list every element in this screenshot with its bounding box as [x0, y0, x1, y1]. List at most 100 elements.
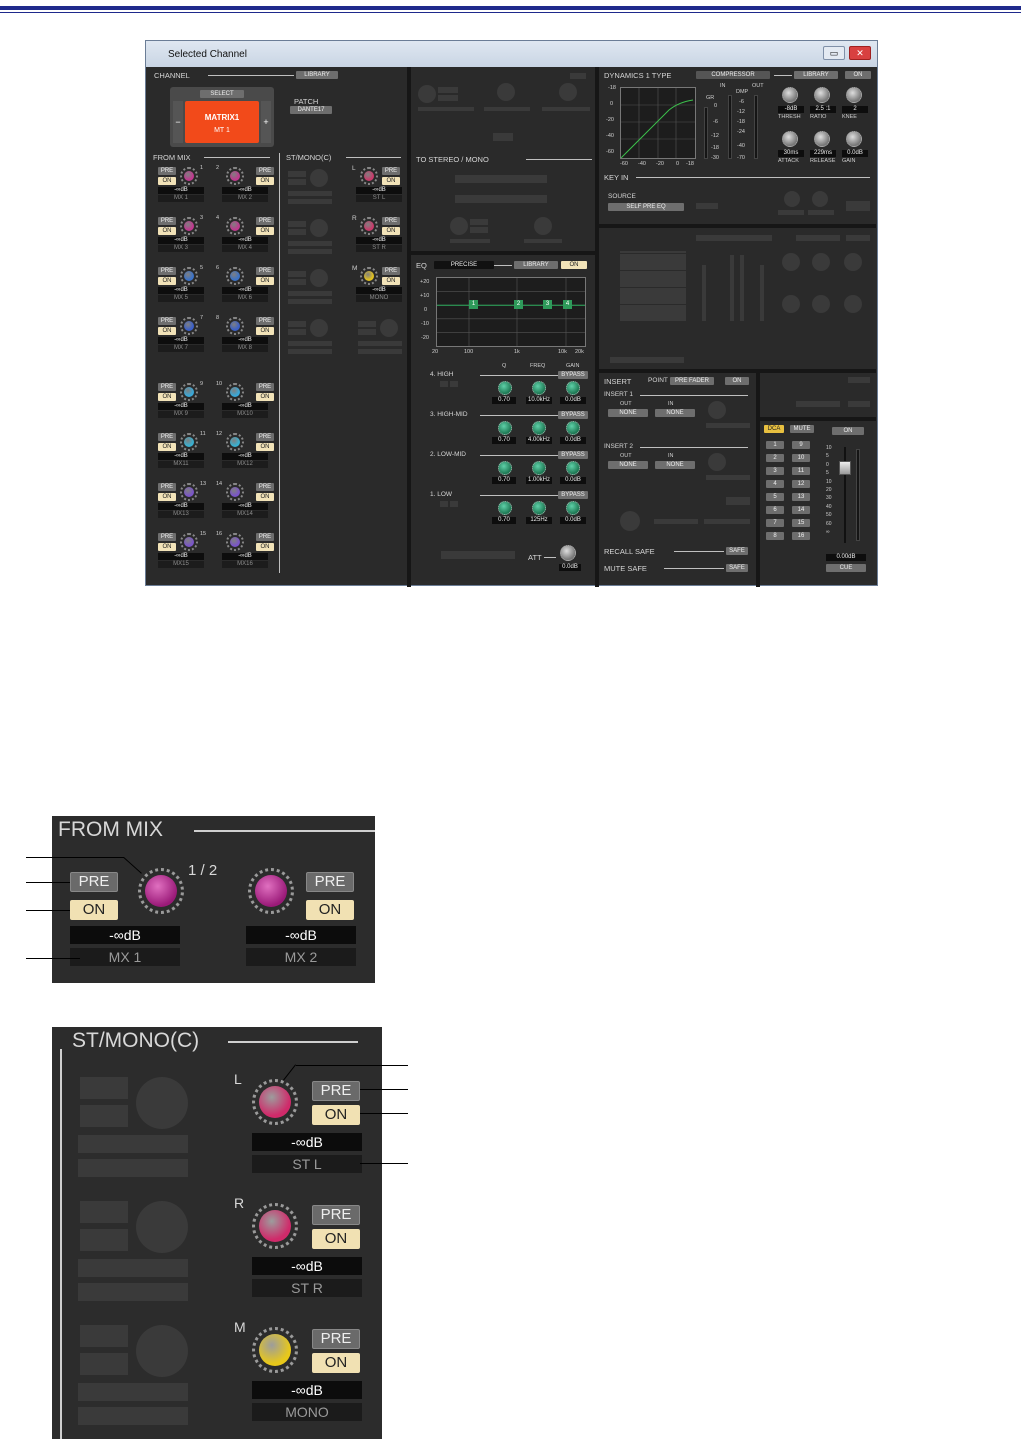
dca-button[interactable]: 7: [766, 519, 784, 527]
zoom-st-send-knob[interactable]: [252, 1079, 298, 1125]
mix-pre-button[interactable]: PRE: [158, 167, 176, 175]
mix-on-button[interactable]: ON: [256, 327, 274, 335]
mix-send-knob[interactable]: [226, 167, 244, 185]
mix-on-button[interactable]: ON: [256, 543, 274, 551]
eq-q-knob[interactable]: [498, 381, 512, 395]
eq-gain-knob[interactable]: [566, 461, 580, 475]
mix-send-knob[interactable]: [226, 433, 244, 451]
eq-filter-button[interactable]: [450, 381, 458, 387]
dyn-param-knob[interactable]: [782, 131, 798, 147]
eq-bypass-button[interactable]: BYPASS: [558, 491, 588, 499]
mix-send-knob[interactable]: [226, 217, 244, 235]
mix-pre-button[interactable]: PRE: [256, 433, 274, 441]
st-send-knob[interactable]: [360, 217, 378, 235]
mix-on-button[interactable]: ON: [158, 493, 176, 501]
fader-on-button[interactable]: ON: [832, 427, 864, 435]
mix-pre-button[interactable]: PRE: [158, 317, 176, 325]
minimize-button[interactable]: ▭: [823, 46, 845, 60]
eq-bypass-button[interactable]: BYPASS: [558, 411, 588, 419]
mute-tab[interactable]: MUTE: [790, 425, 814, 433]
mix-pre-button[interactable]: PRE: [256, 533, 274, 541]
dyn-param-knob[interactable]: [782, 87, 798, 103]
eq-freq-knob[interactable]: [532, 461, 546, 475]
st-on-button[interactable]: ON: [382, 227, 400, 235]
mix-pre-button[interactable]: PRE: [158, 217, 176, 225]
mix-on-button[interactable]: ON: [158, 393, 176, 401]
mix-on-button[interactable]: ON: [256, 393, 274, 401]
dca-button[interactable]: 1: [766, 441, 784, 449]
mix-pre-button[interactable]: PRE: [256, 167, 274, 175]
patch-button[interactable]: DANTE17: [290, 106, 332, 114]
dyn-param-knob[interactable]: [846, 131, 862, 147]
close-button[interactable]: ✕: [849, 46, 871, 60]
dca-button[interactable]: 13: [792, 493, 810, 501]
dca-button[interactable]: 10: [792, 454, 810, 462]
eq-mode-display[interactable]: PRECISE: [434, 261, 494, 269]
mix-on-button[interactable]: ON: [256, 177, 274, 185]
zoom-mix2-on-button[interactable]: ON: [306, 900, 354, 920]
channel-name-display[interactable]: MATRIX1 MT 1: [185, 101, 259, 143]
zoom-mix1-send-knob[interactable]: [138, 868, 184, 914]
eq-band-marker[interactable]: 2: [514, 300, 523, 309]
mix-send-knob[interactable]: [180, 483, 198, 501]
st-on-button[interactable]: ON: [382, 177, 400, 185]
mix-pre-button[interactable]: PRE: [158, 267, 176, 275]
mix-send-knob[interactable]: [226, 317, 244, 335]
mix-send-knob[interactable]: [180, 433, 198, 451]
eq-freq-knob[interactable]: [532, 381, 546, 395]
dca-button[interactable]: 14: [792, 506, 810, 514]
dca-button[interactable]: 4: [766, 480, 784, 488]
mix-send-knob[interactable]: [180, 317, 198, 335]
mix-send-knob[interactable]: [226, 533, 244, 551]
eq-freq-knob[interactable]: [532, 421, 546, 435]
eq-gain-knob[interactable]: [566, 421, 580, 435]
zoom-st-on-button[interactable]: ON: [312, 1353, 360, 1373]
mix-send-knob[interactable]: [180, 267, 198, 285]
eq-gain-knob[interactable]: [566, 501, 580, 515]
zoom-st-send-knob[interactable]: [252, 1327, 298, 1373]
dca-button[interactable]: 9: [792, 441, 810, 449]
eq-band-marker[interactable]: 1: [469, 300, 478, 309]
eq-gain-knob[interactable]: [566, 381, 580, 395]
mix-on-button[interactable]: ON: [256, 493, 274, 501]
zoom-st-on-button[interactable]: ON: [312, 1229, 360, 1249]
eq-filter-button[interactable]: [450, 501, 458, 507]
st-on-button[interactable]: ON: [382, 277, 400, 285]
insert2-in-button[interactable]: NONE: [655, 461, 695, 469]
dca-button[interactable]: 3: [766, 467, 784, 475]
mix-send-knob[interactable]: [226, 267, 244, 285]
mix-on-button[interactable]: ON: [256, 227, 274, 235]
eq-q-knob[interactable]: [498, 501, 512, 515]
zoom-st-on-button[interactable]: ON: [312, 1105, 360, 1125]
dca-tab[interactable]: DCA: [764, 425, 784, 433]
eq-q-knob[interactable]: [498, 461, 512, 475]
mix-pre-button[interactable]: PRE: [256, 267, 274, 275]
eq-filter-button[interactable]: [440, 381, 448, 387]
mix-on-button[interactable]: ON: [158, 277, 176, 285]
channel-next-button[interactable]: +: [261, 101, 271, 143]
mute-safe-button[interactable]: SAFE: [726, 564, 748, 572]
mix-send-knob[interactable]: [180, 167, 198, 185]
source-button[interactable]: SELF PRE EQ: [608, 203, 684, 211]
eq-library-button[interactable]: LIBRARY: [514, 261, 558, 269]
zoom-st-pre-button[interactable]: PRE: [312, 1081, 360, 1101]
st-send-knob[interactable]: [360, 267, 378, 285]
zoom-st-pre-button[interactable]: PRE: [312, 1329, 360, 1349]
mix-pre-button[interactable]: PRE: [158, 533, 176, 541]
mix-on-button[interactable]: ON: [158, 227, 176, 235]
recall-safe-button[interactable]: SAFE: [726, 547, 748, 555]
st-pre-button[interactable]: PRE: [382, 267, 400, 275]
dyn-param-knob[interactable]: [814, 87, 830, 103]
fader-knob[interactable]: [839, 461, 851, 475]
dca-button[interactable]: 12: [792, 480, 810, 488]
zoom-st-pre-button[interactable]: PRE: [312, 1205, 360, 1225]
dynamics-library-button[interactable]: LIBRARY: [794, 71, 838, 79]
mix-pre-button[interactable]: PRE: [256, 383, 274, 391]
insert-on-button[interactable]: ON: [725, 377, 749, 385]
mix-on-button[interactable]: ON: [158, 177, 176, 185]
insert1-in-button[interactable]: NONE: [655, 409, 695, 417]
mix-send-knob[interactable]: [180, 383, 198, 401]
insert2-out-button[interactable]: NONE: [608, 461, 648, 469]
eq-q-knob[interactable]: [498, 421, 512, 435]
zoom-mix1-on-button[interactable]: ON: [70, 900, 118, 920]
